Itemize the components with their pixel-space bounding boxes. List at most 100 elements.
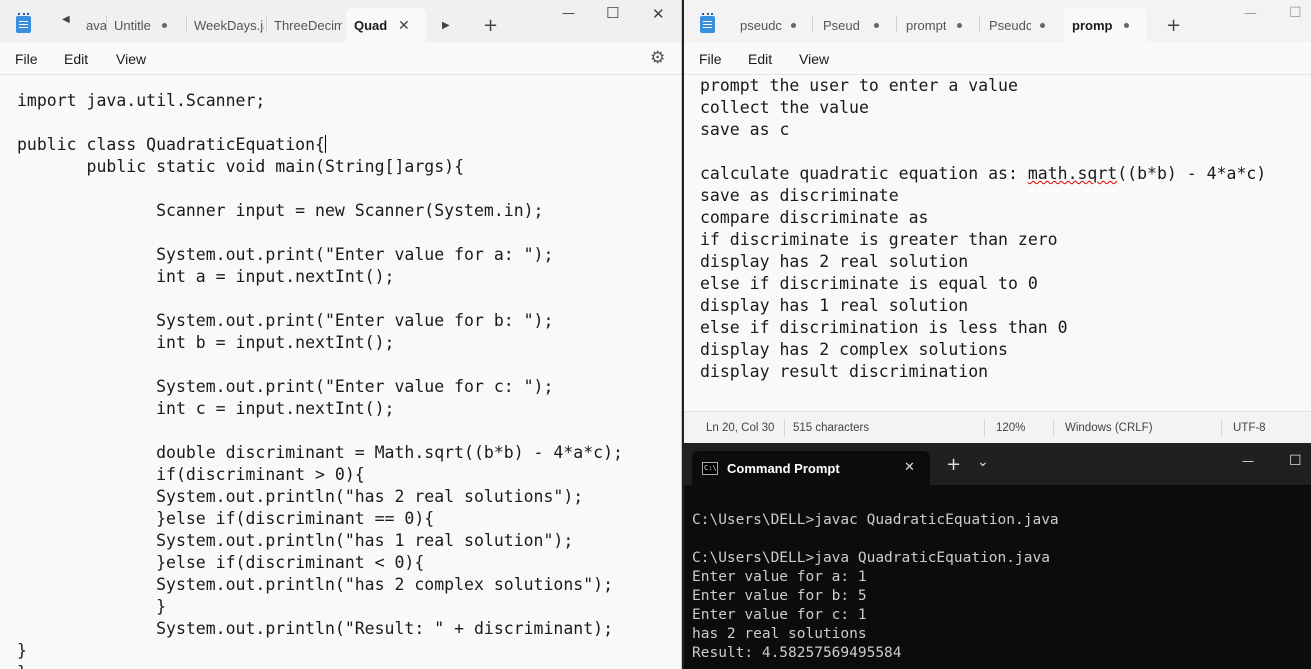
terminal-title-bar: C:\ Command Prompt ✕ + ⌄ — ☐ bbox=[684, 445, 1311, 485]
code-line: Scanner input = new Scanner(System.in); bbox=[17, 201, 544, 220]
code-line: } bbox=[17, 641, 27, 660]
menu-file[interactable]: File bbox=[699, 51, 722, 67]
text-line: display has 1 real solution bbox=[700, 296, 969, 315]
settings-gear-icon[interactable]: ⚙ bbox=[650, 49, 665, 66]
code-line: int a = input.nextInt(); bbox=[17, 267, 395, 286]
tab-weekdays[interactable]: WeekDays.ja bbox=[186, 8, 264, 42]
text-line: save as discriminate bbox=[700, 186, 899, 205]
maximize-icon[interactable]: ☐ bbox=[606, 6, 619, 21]
code-line: }else if(discriminant == 0){ bbox=[17, 509, 435, 528]
tab-prompt-1[interactable]: prompt bbox=[898, 8, 946, 42]
tab-label: Quad bbox=[354, 17, 388, 33]
new-tab-icon[interactable]: + bbox=[483, 17, 498, 35]
close-tab-icon[interactable]: ✕ bbox=[904, 461, 915, 474]
tab-pseudocode-1[interactable]: pseudc bbox=[732, 8, 792, 42]
zoom-level[interactable]: 120% bbox=[996, 422, 1025, 434]
spellcheck-underline: math.sqrt bbox=[1027, 164, 1118, 183]
code-line: System.out.println("has 2 real solutions… bbox=[17, 487, 584, 506]
tab-divider bbox=[896, 16, 897, 32]
code-editor-area[interactable]: import java.util.Scanner; public class Q… bbox=[0, 75, 681, 669]
left-menu-bar: File Edit View ⚙ bbox=[0, 42, 681, 75]
terminal-tab-title: Command Prompt bbox=[727, 461, 840, 476]
code-line: }else if(discriminant < 0){ bbox=[17, 553, 425, 572]
tab-label: prompt bbox=[906, 17, 946, 33]
code-line: int b = input.nextInt(); bbox=[17, 333, 395, 352]
close-window-icon[interactable]: ✕ bbox=[652, 7, 665, 22]
code-line: System.out.print("Enter value for c: "); bbox=[17, 377, 554, 396]
new-tab-icon[interactable]: + bbox=[946, 456, 961, 474]
java-code-text: import java.util.Scanner; public class Q… bbox=[17, 90, 623, 669]
tab-threedecimal[interactable]: ThreeDecim bbox=[266, 8, 342, 42]
text-line: save as c bbox=[700, 120, 790, 139]
text-caret bbox=[324, 135, 326, 153]
menu-edit[interactable]: Edit bbox=[748, 51, 772, 67]
command-prompt-window: C:\ Command Prompt ✕ + ⌄ — ☐ C:\Users\DE… bbox=[684, 445, 1311, 669]
pseudocode-editor-area[interactable]: prompt the user to enter a value collect… bbox=[684, 75, 1311, 411]
code-line: } bbox=[17, 597, 167, 616]
code-line: double discriminant = Math.sqrt((b*b) - … bbox=[17, 443, 623, 462]
new-tab-icon[interactable]: + bbox=[1166, 17, 1181, 35]
terminal-output[interactable]: C:\Users\DELL>javac QuadraticEquation.ja… bbox=[692, 511, 1059, 663]
minimize-icon[interactable]: — bbox=[562, 7, 575, 20]
menu-edit[interactable]: Edit bbox=[64, 51, 88, 67]
status-divider bbox=[784, 420, 785, 436]
encoding[interactable]: UTF-8 bbox=[1233, 422, 1266, 434]
tab-untitled[interactable]: Untitle bbox=[106, 8, 158, 42]
text-line: else if discriminate is equal to 0 bbox=[700, 274, 1038, 293]
code-line: public static void main(String[]args){ bbox=[17, 157, 465, 176]
left-title-bar: ◀ ava Untitle WeekDays.ja ThreeDecim Qua… bbox=[0, 0, 681, 42]
terminal-line: C:\Users\DELL>javac QuadraticEquation.ja… bbox=[692, 512, 1059, 528]
terminal-line: Enter value for a: 1 bbox=[692, 569, 867, 585]
code-line: System.out.print("Enter value for b: "); bbox=[17, 311, 554, 330]
minimize-icon[interactable]: — bbox=[1242, 455, 1254, 467]
code-line: System.out.print("Enter value for a: "); bbox=[17, 245, 554, 264]
cursor-position: Ln 20, Col 30 bbox=[706, 422, 775, 434]
scroll-tabs-left-icon[interactable]: ◀ bbox=[62, 15, 70, 25]
text-line: display result discrimination bbox=[700, 362, 989, 381]
pseudocode-text: prompt the user to enter a value collect… bbox=[700, 75, 1266, 383]
menu-file[interactable]: File bbox=[15, 51, 38, 67]
menu-view[interactable]: View bbox=[799, 51, 829, 67]
code-line: int c = input.nextInt(); bbox=[17, 399, 395, 418]
text-line: display has 2 complex solutions bbox=[700, 340, 1008, 359]
tab-label: ThreeDecim bbox=[274, 17, 342, 33]
left-notepad-window: ◀ ava Untitle WeekDays.ja ThreeDecim Qua… bbox=[0, 0, 682, 669]
code-line: System.out.println("Result: " + discrimi… bbox=[17, 619, 614, 638]
text-line: prompt the user to enter a value bbox=[700, 76, 1018, 95]
status-divider bbox=[984, 420, 985, 436]
text-line: display has 2 real solution bbox=[700, 252, 969, 271]
close-tab-icon[interactable]: ✕ bbox=[398, 19, 410, 33]
notepad-app-icon bbox=[700, 13, 715, 33]
text-line: compare discriminate as bbox=[700, 208, 929, 227]
tab-divider bbox=[812, 16, 813, 32]
text-line: collect the value bbox=[700, 98, 869, 117]
terminal-line: Result: 4.58257569495584 bbox=[692, 645, 902, 661]
tab-label: pseudc bbox=[740, 17, 782, 33]
terminal-line: C:\Users\DELL>java QuadraticEquation.jav… bbox=[692, 550, 1050, 566]
tab-quad[interactable]: Quad bbox=[346, 8, 426, 42]
maximize-icon[interactable]: ☐ bbox=[1289, 6, 1302, 20]
tab-ava[interactable]: ava bbox=[78, 8, 106, 42]
tab-command-prompt[interactable]: C:\ Command Prompt ✕ bbox=[692, 451, 930, 485]
menu-view[interactable]: View bbox=[116, 51, 146, 67]
unsaved-dot-icon bbox=[874, 23, 879, 28]
tab-pseudocode-3[interactable]: Pseudc bbox=[981, 8, 1031, 42]
unsaved-dot-icon bbox=[791, 23, 796, 28]
tab-prompt-active[interactable]: promp bbox=[1064, 8, 1147, 42]
tab-label: Pseudc bbox=[823, 17, 859, 33]
scroll-tabs-right-icon[interactable]: ▶ bbox=[442, 21, 450, 31]
tab-label: ava bbox=[86, 17, 106, 33]
unsaved-dot-icon bbox=[957, 23, 962, 28]
terminal-app-icon: C:\ bbox=[702, 462, 718, 475]
code-line: if(discriminant > 0){ bbox=[17, 465, 365, 484]
tab-label: promp bbox=[1072, 17, 1113, 33]
line-ending[interactable]: Windows (CRLF) bbox=[1065, 422, 1153, 434]
dropdown-chevron-icon[interactable]: ⌄ bbox=[977, 455, 989, 469]
text-line: calculate quadratic equation as: math.sq… bbox=[700, 164, 1267, 183]
minimize-icon[interactable]: — bbox=[1244, 7, 1257, 20]
maximize-icon[interactable]: ☐ bbox=[1289, 454, 1302, 468]
character-count: 515 characters bbox=[793, 422, 870, 434]
tab-label: WeekDays.ja bbox=[194, 17, 264, 33]
tab-pseudocode-2[interactable]: Pseudc bbox=[815, 8, 859, 42]
unsaved-dot-icon bbox=[1040, 23, 1045, 28]
